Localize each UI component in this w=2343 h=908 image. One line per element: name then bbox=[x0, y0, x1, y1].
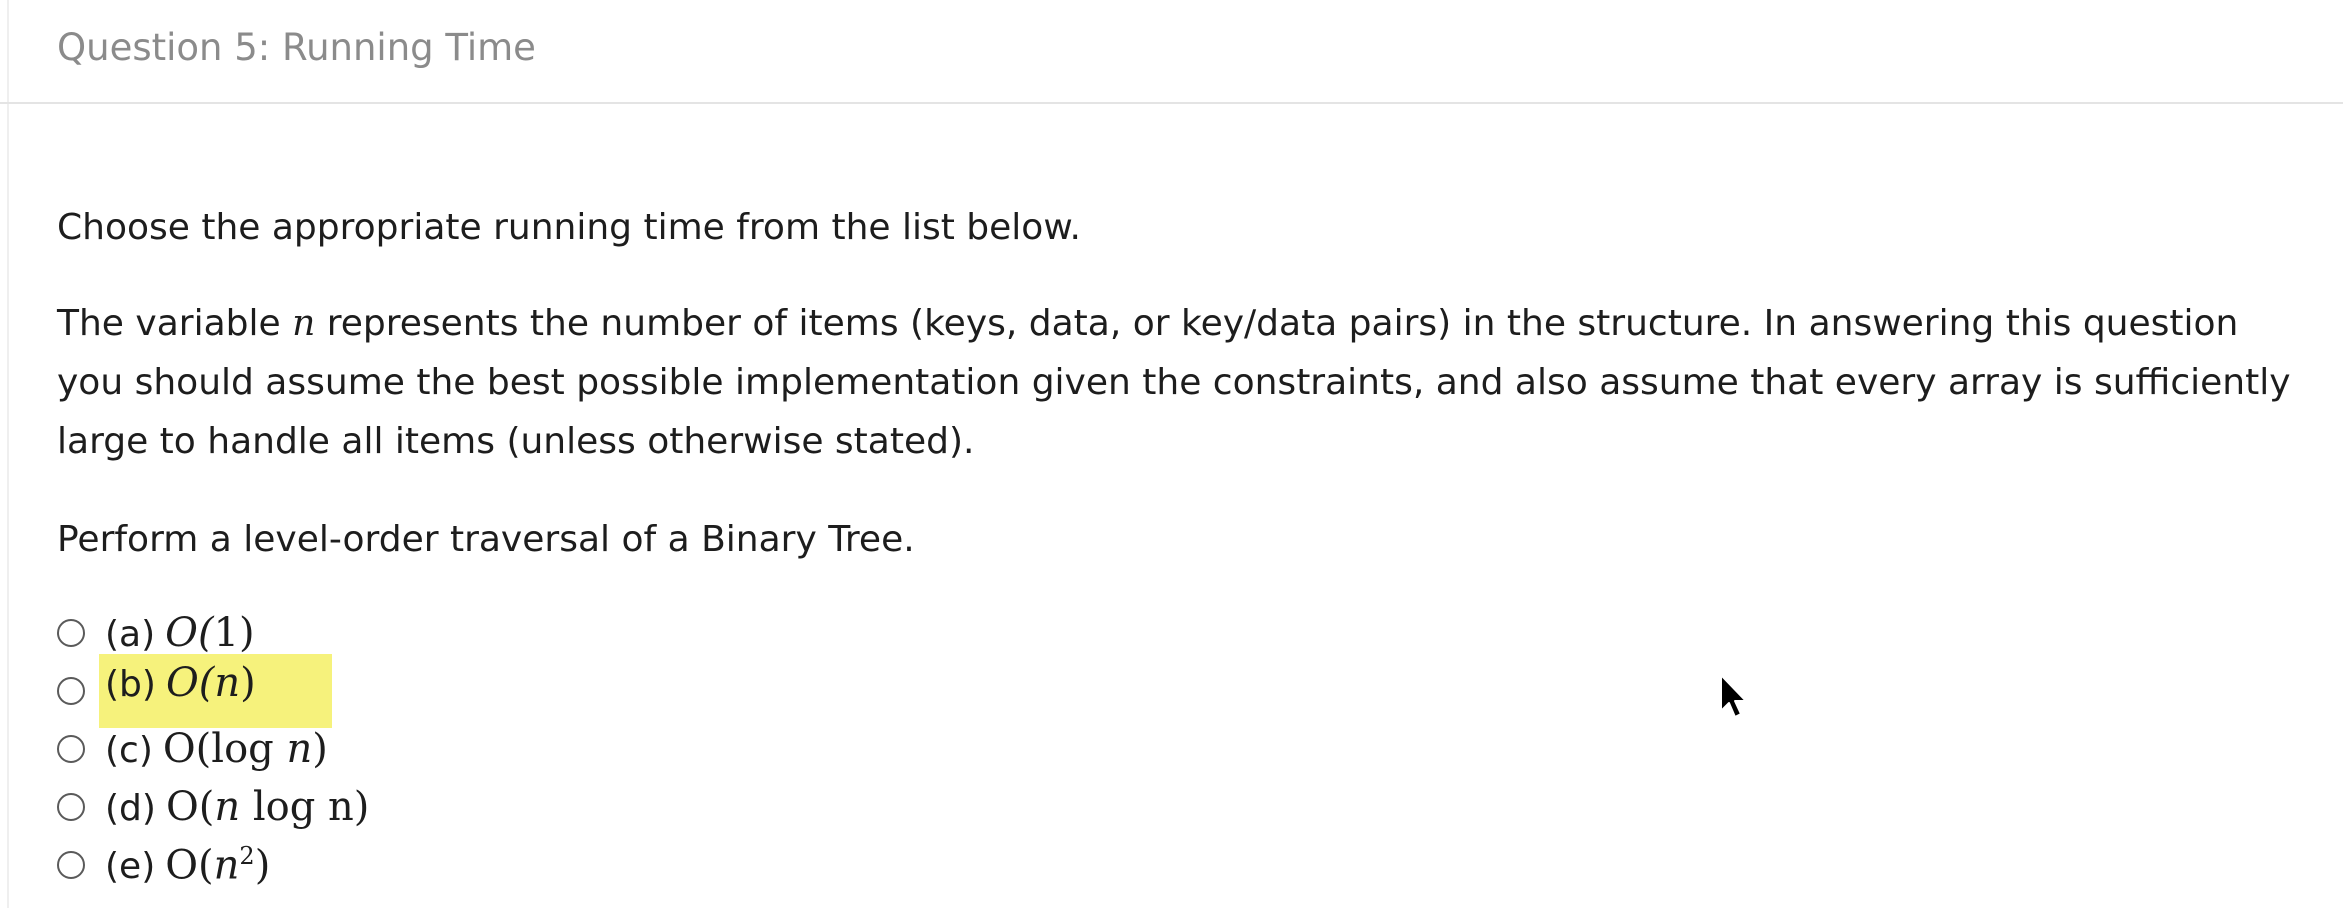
math-close: ) bbox=[240, 660, 256, 706]
math-prefix: O( bbox=[165, 784, 215, 830]
option-math: O(n log n) bbox=[166, 784, 369, 830]
math-close: ) bbox=[254, 842, 271, 889]
option-b-label-highlighted[interactable]: (b) O(n) bbox=[99, 654, 332, 728]
math-big-o: O( bbox=[165, 610, 214, 656]
math-log-term: log n bbox=[240, 784, 354, 830]
radio-option-b[interactable] bbox=[57, 677, 85, 705]
math-close: ) bbox=[353, 784, 370, 830]
option-d-label[interactable]: (d) O(n log n) bbox=[105, 784, 369, 830]
option-e[interactable]: (e) O(n2) bbox=[57, 836, 369, 894]
math-close: ) bbox=[312, 726, 328, 772]
mouse-pointer-arrow-icon bbox=[1720, 674, 1747, 718]
option-d[interactable]: (d) O(n log n) bbox=[57, 778, 369, 836]
variable-description-rest: represents the number of items (keys, da… bbox=[57, 303, 2291, 462]
variable-description-start: The variable bbox=[57, 303, 293, 344]
question-title: Question 5: Running Time bbox=[57, 26, 536, 69]
question-header: Question 5: Running Time bbox=[0, 0, 2343, 104]
option-c-label[interactable]: (c) O(log n) bbox=[105, 726, 328, 772]
math-argument: n bbox=[213, 842, 240, 889]
variable-description: The variable n represents the number of … bbox=[57, 294, 2297, 471]
option-math: O(1) bbox=[165, 610, 254, 656]
option-letter: (d) bbox=[105, 788, 156, 829]
option-b[interactable]: (b) O(n) bbox=[57, 654, 369, 728]
option-letter: (a) bbox=[105, 614, 156, 655]
math-prefix: O( bbox=[165, 842, 214, 889]
option-a-label[interactable]: (a) O(1) bbox=[105, 610, 255, 656]
option-e-label[interactable]: (e) O(n2) bbox=[105, 842, 270, 888]
option-c[interactable]: (c) O(log n) bbox=[57, 720, 369, 778]
option-math: O(n) bbox=[166, 660, 256, 706]
radio-option-d[interactable] bbox=[57, 793, 85, 821]
option-math: O(log n) bbox=[163, 726, 328, 772]
math-close: ) bbox=[239, 610, 255, 656]
math-big-o: O( bbox=[165, 660, 215, 706]
math-argument: 1 bbox=[213, 610, 240, 656]
radio-option-e[interactable] bbox=[57, 851, 85, 879]
math-argument: n bbox=[214, 660, 241, 706]
math-prefix: O(log bbox=[162, 726, 287, 772]
option-math: O(n2) bbox=[165, 842, 270, 888]
question-prompt: Perform a level-order traversal of a Bin… bbox=[57, 519, 915, 560]
math-argument: n bbox=[286, 726, 313, 772]
math-exponent: 2 bbox=[239, 841, 255, 870]
option-letter: (e) bbox=[105, 846, 156, 888]
variable-n-symbol: n bbox=[292, 303, 316, 344]
option-letter: (b) bbox=[105, 664, 156, 705]
radio-option-c[interactable] bbox=[57, 735, 85, 763]
radio-option-a[interactable] bbox=[57, 619, 85, 647]
math-argument: n bbox=[214, 784, 241, 830]
question-page: Question 5: Running Time Choose the appr… bbox=[0, 0, 2343, 908]
left-border bbox=[7, 0, 9, 908]
option-letter: (c) bbox=[105, 730, 153, 771]
instruction-text: Choose the appropriate running time from… bbox=[57, 207, 1081, 248]
answer-options: (a) O(1) (b) O(n) (c) O(log n) (d) O(n l… bbox=[57, 604, 369, 894]
